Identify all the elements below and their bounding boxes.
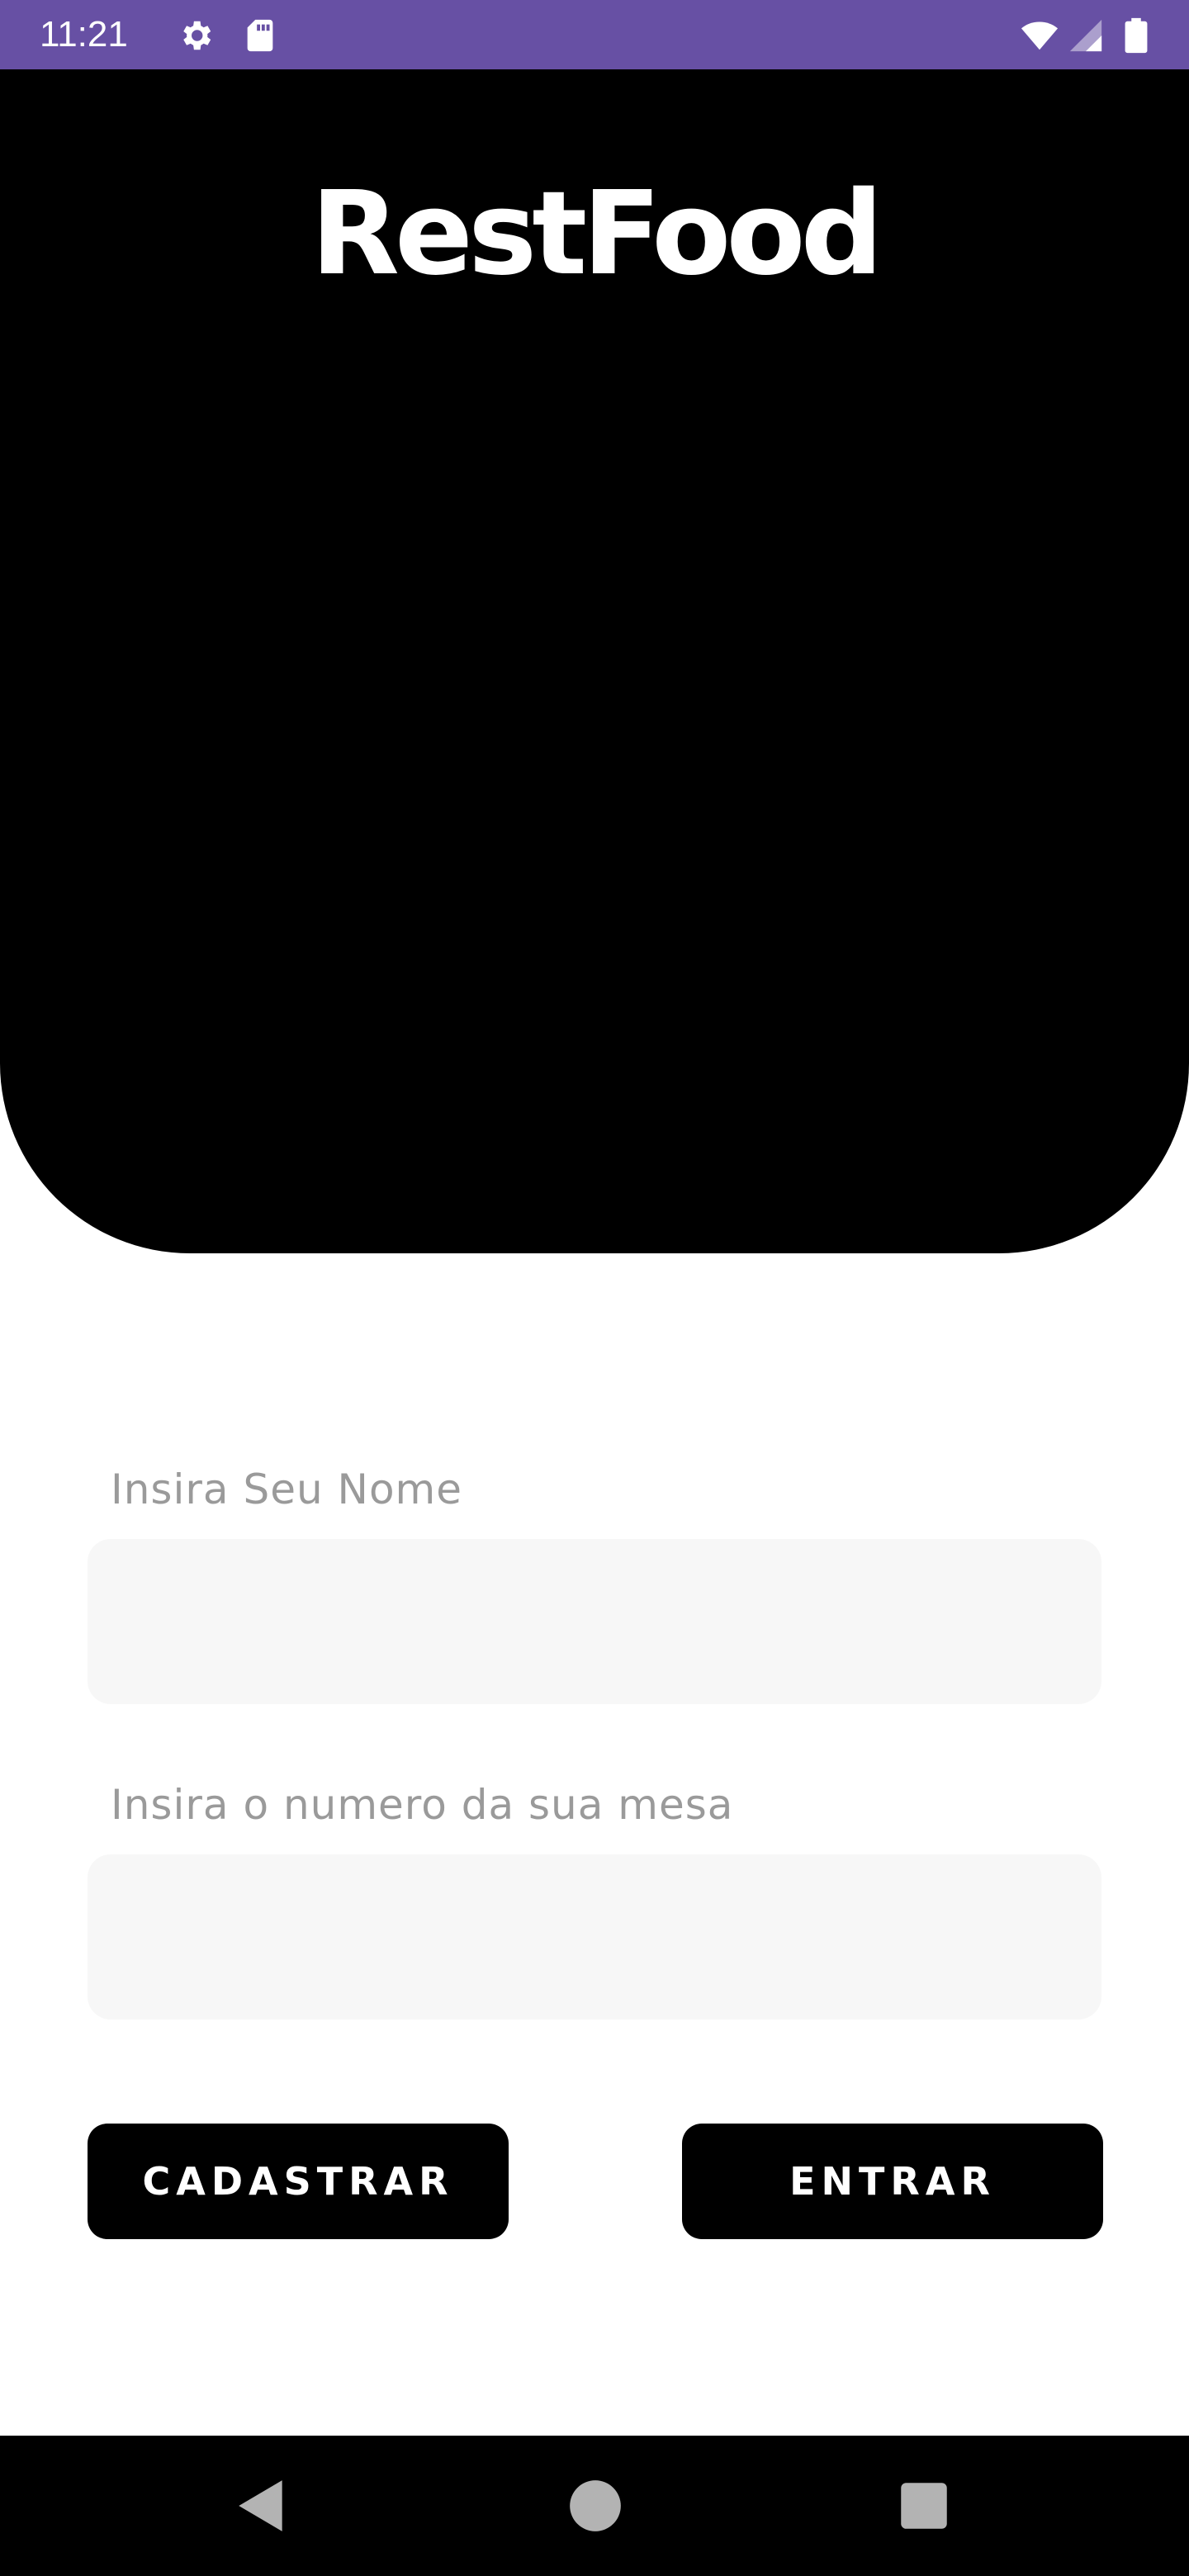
brand-title: RestFood [310, 167, 883, 301]
table-number-label: Insira o numero da sua mesa [111, 1781, 734, 1829]
name-input[interactable] [88, 1539, 1101, 1704]
enter-button[interactable]: ENTRAR [682, 2124, 1103, 2239]
sd-card-icon [241, 17, 279, 54]
recents-icon[interactable] [893, 2475, 955, 2536]
wifi-icon [1017, 17, 1062, 54]
gear-icon [177, 17, 215, 54]
battery-icon [1120, 17, 1153, 54]
home-icon[interactable] [565, 2475, 626, 2536]
name-label: Insira Seu Nome [111, 1466, 463, 1513]
table-number-input[interactable] [88, 1854, 1101, 2020]
back-icon[interactable] [231, 2475, 292, 2536]
status-time: 11:21 [40, 14, 128, 54]
status-bar: 11:21 [0, 0, 1189, 69]
navigation-bar [0, 2436, 1189, 2576]
signal-icon [1067, 17, 1105, 54]
register-button[interactable]: CADASTRAR [88, 2124, 509, 2239]
